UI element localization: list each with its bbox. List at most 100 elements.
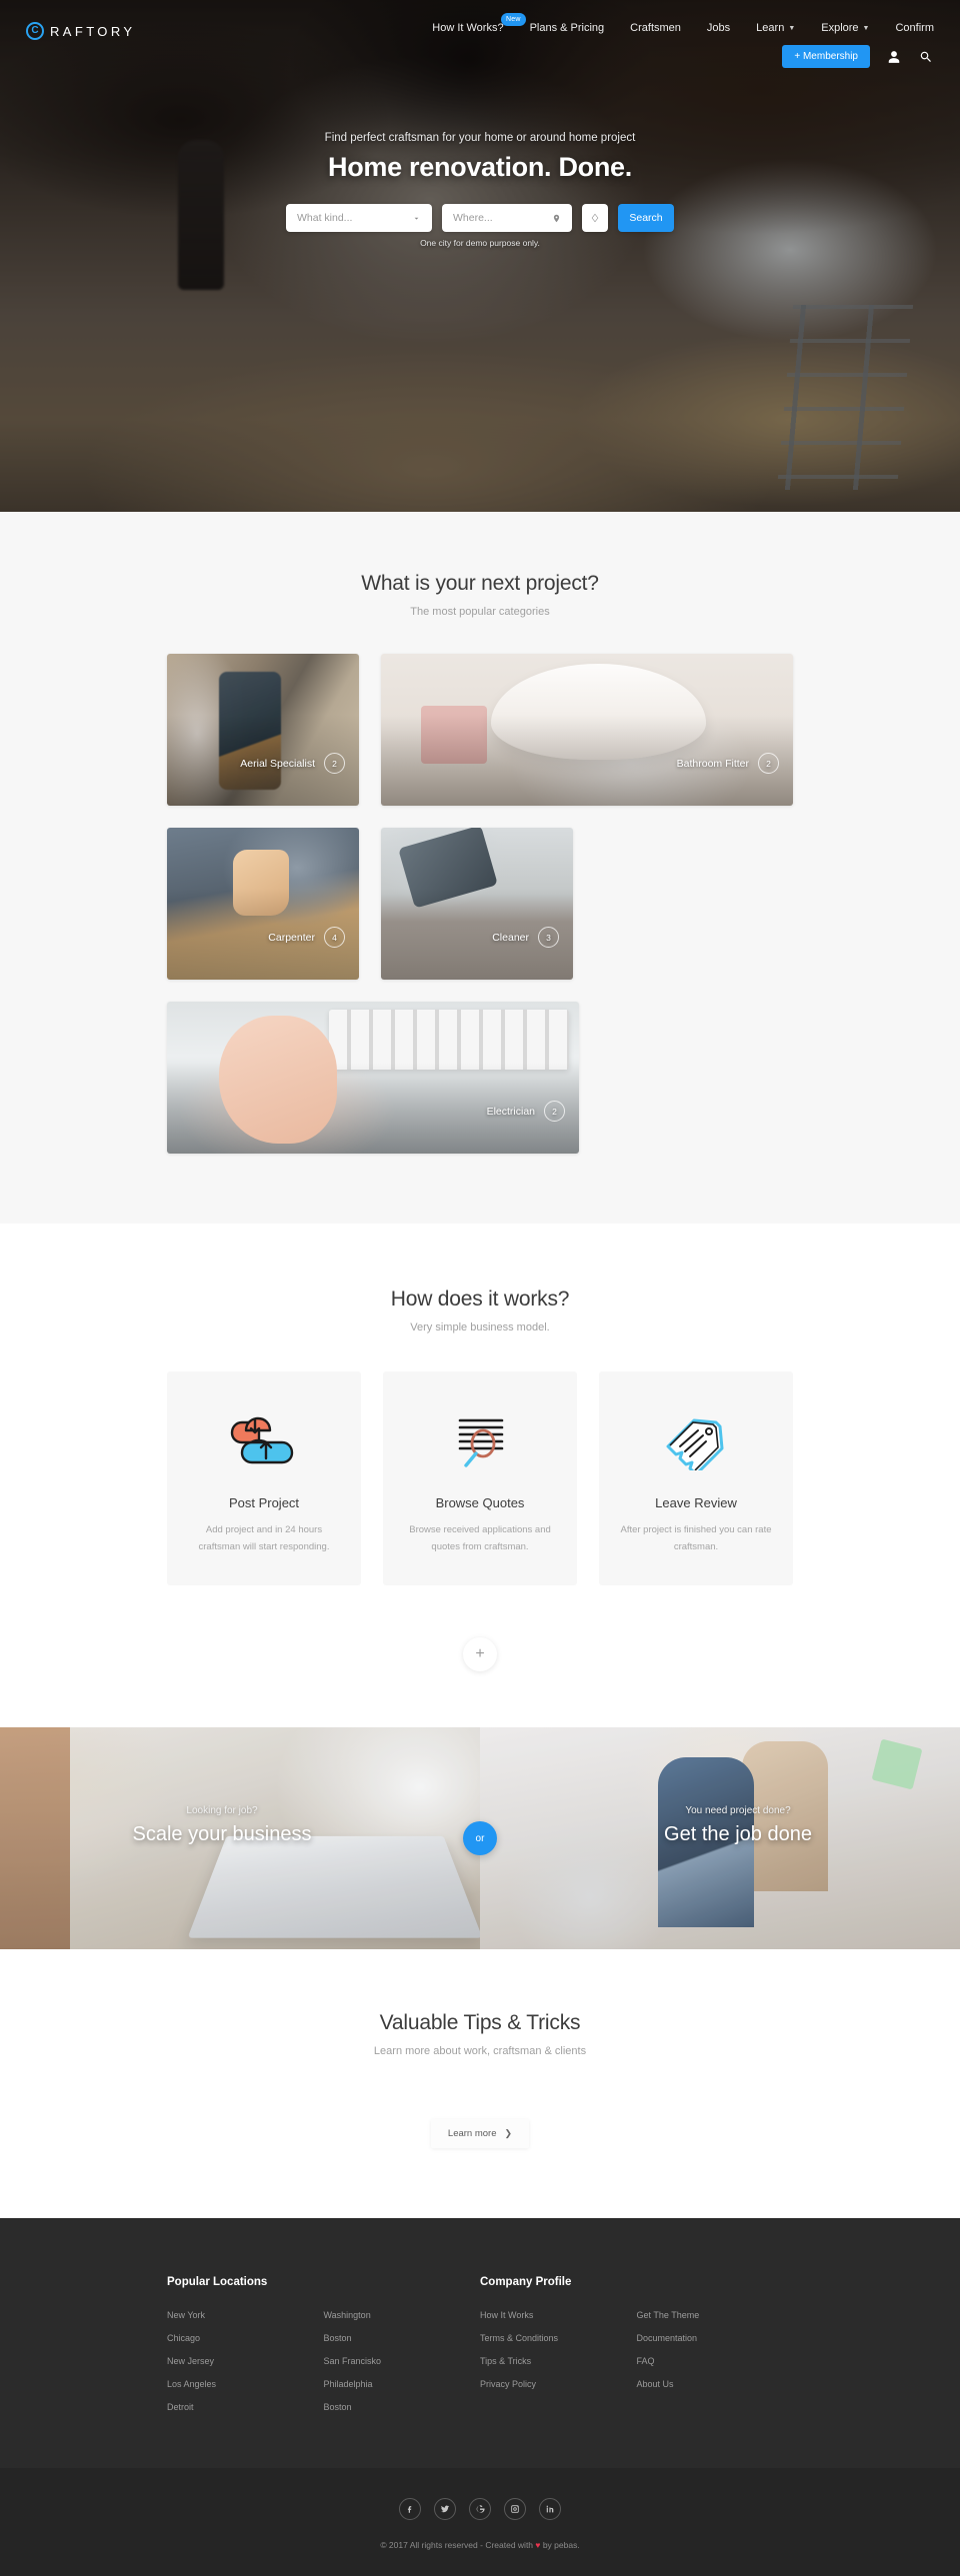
category-name: Bathroom Fitter (676, 757, 749, 770)
footer-column-popular-locations: Popular Locations New York Chicago New J… (167, 2276, 480, 2412)
linkedin-icon[interactable] (539, 2498, 561, 2521)
category-shade (381, 654, 793, 806)
nav-item-label: Plans & Pricing (529, 22, 605, 34)
learn-more-label: Learn more (447, 2128, 497, 2140)
footer-link-privacy-policy[interactable]: Privacy Policy (480, 2379, 637, 2389)
footer-link-philadelphia[interactable]: Philadelphia (324, 2379, 481, 2389)
chevron-down-icon: ▼ (862, 24, 870, 32)
hero-demo-note: One city for demo purpose only. (420, 238, 540, 248)
footer-link-new-york[interactable]: New York (167, 2310, 324, 2320)
footer-link-boston[interactable]: Boston (324, 2333, 481, 2343)
hero-subtitle: Find perfect craftsman for your home or … (324, 132, 636, 144)
footer-link-detroit[interactable]: Detroit (167, 2402, 324, 2412)
user-icon[interactable] (886, 49, 902, 65)
how-it-works-cards: Post Project Add project and in 24 hours… (167, 1371, 793, 1586)
nav-item-label: Jobs (706, 22, 731, 34)
category-label-group: Cleaner 3 (492, 927, 559, 948)
where-input[interactable] (453, 212, 552, 224)
nav-item-label: Craftsmen (630, 22, 681, 34)
facebook-icon[interactable] (399, 2498, 421, 2521)
nav-actions: + Membership (782, 45, 934, 68)
split-panel-scale-your-business[interactable]: Looking for job? Scale your business (0, 1727, 480, 1950)
footer-link-tips-tricks[interactable]: Tips & Tricks (480, 2356, 637, 2366)
google-icon[interactable] (469, 2498, 491, 2521)
category-card-electrician[interactable]: Electrician 2 (167, 1002, 579, 1154)
nav-item-confirm[interactable]: Confirm (895, 22, 934, 34)
how-card-browse-quotes[interactable]: Browse Quotes Browse received applicatio… (383, 1371, 577, 1586)
how-card-desc: Add project and in 24 hours craftsman wi… (198, 1524, 330, 1552)
footer-link-chicago[interactable]: Chicago (167, 2333, 324, 2343)
logo-text: RAFTORY (50, 23, 136, 39)
geolocate-button[interactable] (582, 204, 608, 232)
chevron-down-icon[interactable] (412, 214, 421, 223)
nav-item-craftsmen[interactable]: Craftsmen (630, 22, 681, 34)
chevron-down-icon: ▼ (788, 24, 796, 32)
hero-content: Find perfect craftsman for your home or … (0, 132, 960, 248)
how-card-title: Post Project (228, 1495, 300, 1510)
category-name: Cleaner (492, 931, 529, 944)
categories-section: What is your next project? The most popu… (0, 512, 960, 1224)
logo-circle-c-icon: C (26, 22, 44, 40)
map-pin-icon[interactable] (552, 214, 561, 223)
category-count-badge: 4 (324, 927, 345, 948)
nav-item-label: Learn (756, 22, 785, 34)
how-card-leave-review[interactable]: Leave Review After project is finished y… (599, 1371, 793, 1586)
twitter-icon[interactable] (434, 2498, 456, 2521)
category-label-group: Carpenter 4 (268, 927, 345, 948)
how-it-works-subtitle: Very simple business model. (410, 1321, 550, 1333)
instagram-icon[interactable] (504, 2498, 526, 2521)
split-panel-get-the-job-done[interactable]: You need project done? Get the job done (480, 1727, 960, 1950)
expand-plus-button[interactable]: + (463, 1637, 497, 1672)
footer-link-about-us[interactable]: About Us (637, 2379, 794, 2389)
footer-column-title: Company Profile (480, 2276, 572, 2289)
footer-link-documentation[interactable]: Documentation (637, 2333, 794, 2343)
split-banner-section: Looking for job? Scale your business You… (0, 1727, 960, 1950)
category-label-group: Aerial Specialist 2 (240, 753, 345, 774)
footer-link-los-angeles[interactable]: Los Angeles (167, 2379, 324, 2389)
category-count-badge: 2 (758, 753, 779, 774)
category-label-group: Electrician 2 (487, 1101, 565, 1122)
footer-link-san-francisko[interactable]: San Francisko (324, 2356, 481, 2366)
tag-review-icon (619, 1405, 773, 1477)
split-right-heading: Get the job done (664, 1823, 812, 1846)
where-field[interactable] (442, 204, 572, 232)
category-card-bathroom-fitter[interactable]: Bathroom Fitter 2 (381, 654, 793, 806)
category-shade (381, 828, 573, 980)
footer-link-faq[interactable]: FAQ (637, 2356, 794, 2366)
nav-item-how-it-works[interactable]: How It Works? New (432, 13, 526, 34)
tips-section: Valuable Tips & Tricks Learn more about … (0, 1949, 960, 2219)
search-icon[interactable] (918, 49, 934, 65)
category-label-group: Bathroom Fitter 2 (677, 753, 779, 774)
what-kind-field[interactable] (286, 204, 432, 232)
footer-link-boston-2[interactable]: Boston (324, 2402, 481, 2412)
nav-item-jobs[interactable]: Jobs (707, 22, 730, 34)
what-kind-input[interactable] (297, 212, 412, 224)
footer-link-terms-conditions[interactable]: Terms & Conditions (480, 2333, 637, 2343)
category-card-aerial-specialist[interactable]: Aerial Specialist 2 (167, 654, 359, 806)
footer-columns: Popular Locations New York Chicago New J… (167, 2276, 793, 2412)
cloud-upload-download-icon (187, 1405, 341, 1477)
document-search-icon (403, 1405, 557, 1477)
category-count-badge: 3 (538, 927, 559, 948)
how-it-works-title: How does it works? (390, 1288, 570, 1310)
nav-item-plans-pricing[interactable]: Plans & Pricing (530, 22, 605, 34)
learn-more-button[interactable]: Learn more ❯ (430, 2119, 530, 2149)
footer-link-list: New York Chicago New Jersey Los Angeles … (167, 2310, 324, 2412)
footer-link-new-jersey[interactable]: New Jersey (167, 2356, 324, 2366)
footer-link-lists: New York Chicago New Jersey Los Angeles … (167, 2310, 480, 2412)
membership-button[interactable]: + Membership (782, 45, 870, 68)
how-card-title: Leave Review (655, 1495, 737, 1510)
how-card-title: Browse Quotes (435, 1495, 525, 1510)
footer-link-how-it-works[interactable]: How It Works (480, 2310, 637, 2320)
footer-link-washington[interactable]: Washington (324, 2310, 481, 2320)
nav-item-learn[interactable]: Learn ▼ (756, 22, 795, 34)
nav-item-explore[interactable]: Explore ▼ (821, 22, 869, 34)
chevron-right-icon: ❯ (504, 2128, 513, 2139)
footer-link-get-the-theme[interactable]: Get The Theme (637, 2310, 794, 2320)
search-button[interactable]: Search (618, 204, 674, 232)
category-card-cleaner[interactable]: Cleaner 3 (381, 828, 573, 980)
category-shade (167, 654, 359, 806)
category-card-carpenter[interactable]: Carpenter 4 (167, 828, 359, 980)
site-logo[interactable]: C RAFTORY (26, 22, 135, 40)
how-card-post-project[interactable]: Post Project Add project and in 24 hours… (167, 1371, 361, 1586)
